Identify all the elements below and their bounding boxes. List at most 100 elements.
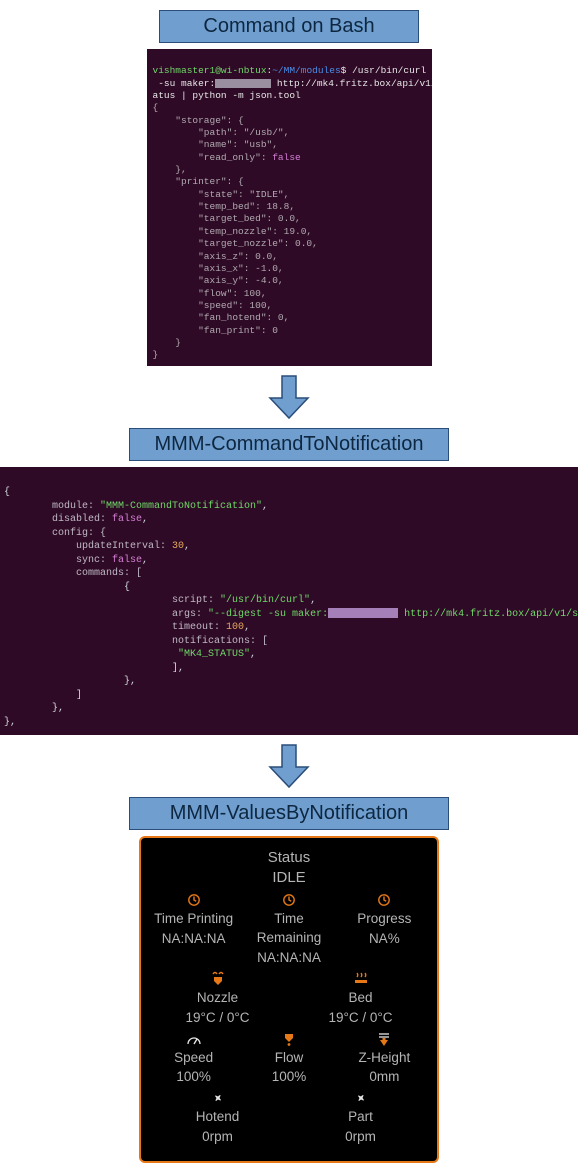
cfg-l9s1: "--digest -su maker: <box>208 609 328 620</box>
status-row-4: Hotend 0rpm Part 0rpm <box>149 1089 429 1147</box>
lbl-flow: Flow <box>275 1049 304 1068</box>
json-axis-y: "axis_y": -4.0, <box>153 275 284 286</box>
json-storage-path: "path": "/usb/", <box>153 127 290 138</box>
cmd-line2b: http://mk4.fritz.box/api/v1/st <box>271 78 431 89</box>
z-height-icon <box>376 1030 392 1048</box>
val-time-remaining: NA:NA:NA <box>257 949 321 968</box>
cell-nozzle: Nozzle 19°C / 0°C <box>149 970 286 1028</box>
cell-time-printing: Time Printing NA:NA:NA <box>149 891 238 968</box>
cfg-l4e: , <box>184 541 190 552</box>
json-storage-name: "name": "usb", <box>153 139 278 150</box>
cfg-l1e: , <box>262 501 268 512</box>
status-title: Status <box>149 848 429 868</box>
json-open: { <box>153 102 159 113</box>
val-hotend-fan: 0rpm <box>202 1128 233 1147</box>
json-storage: "storage": { <box>153 115 244 126</box>
cfg-l8: script: <box>4 595 220 606</box>
cfg-l6: commands: [ <box>4 568 142 579</box>
json-axis-z: "axis_z": 0.0, <box>153 251 278 262</box>
cell-hotend-fan: Hotend 0rpm <box>149 1089 286 1147</box>
val-bed: 19°C / 0°C <box>328 1009 392 1028</box>
nozzle-icon <box>210 970 226 988</box>
cfg-l14: }, <box>4 676 136 687</box>
json-fan-hotend: "fan_hotend": 0, <box>153 312 290 323</box>
cfg-l5: sync: <box>4 555 112 566</box>
cfg-l12e: , <box>250 649 256 660</box>
cfg-l4n: 30 <box>172 541 184 552</box>
cmd-line1: /usr/bin/curl --digest <box>352 65 431 76</box>
cfg-l9s2: http://mk4.fritz.box/api/v1/status" <box>398 609 578 620</box>
lbl-hotend-fan: Hotend <box>196 1108 240 1127</box>
cell-bed: Bed 19°C / 0°C <box>292 970 429 1028</box>
lbl-time-printing: Time Printing <box>154 910 233 929</box>
arrow-down-2 <box>266 743 312 789</box>
val-time-printing: NA:NA:NA <box>162 930 226 949</box>
json-temp-nozzle: "temp_nozzle": 19.0, <box>153 226 313 237</box>
lbl-progress: Progress <box>357 910 411 929</box>
cell-part-fan: Part 0rpm <box>292 1089 429 1147</box>
title-bash: Command on Bash <box>159 10 419 43</box>
json-printer: "printer": { <box>153 176 244 187</box>
cfg-l2b: false <box>112 514 142 525</box>
bed-icon <box>353 970 369 988</box>
lbl-speed: Speed <box>174 1049 213 1068</box>
json-flow: "flow": 100, <box>153 288 267 299</box>
cmd-line3: atus | python -m json.tool <box>153 90 301 101</box>
cfg-l1: module: <box>4 501 100 512</box>
status-row-2: Nozzle 19°C / 0°C Bed 19°C / 0°C <box>149 970 429 1028</box>
json-fan-print: "fan_print": 0 <box>153 325 278 336</box>
status-row-3: Speed 100% Flow 100% Z-Height 0mm <box>149 1030 429 1088</box>
prompt-user: vishmaster1@wi-nbtux <box>153 65 267 76</box>
val-part-fan: 0rpm <box>345 1128 376 1147</box>
json-close: } <box>153 349 159 360</box>
lbl-nozzle: Nozzle <box>197 989 238 1008</box>
cfg-l15: ] <box>4 690 82 701</box>
cfg-l5e: , <box>142 555 148 566</box>
json-storage-ro-key: "read_only": <box>153 152 273 163</box>
cfg-l12 <box>4 649 178 660</box>
val-progress: NA% <box>369 930 400 949</box>
cfg-l0: { <box>4 487 10 498</box>
json-state: "state": "IDLE", <box>153 189 290 200</box>
json-close-printer: } <box>153 337 182 348</box>
fan-icon <box>211 1089 225 1107</box>
cfg-l10e: , <box>244 622 250 633</box>
bash-terminal: vishmaster1@wi-nbtux:~/MM/modules$ /usr/… <box>147 49 432 366</box>
lbl-bed: Bed <box>348 989 372 1008</box>
cell-progress: Progress NA% <box>340 891 429 968</box>
json-axis-x: "axis_x": -1.0, <box>153 263 284 274</box>
cfg-l12s: "MK4_STATUS" <box>178 649 250 660</box>
cfg-l9: args: <box>4 609 208 620</box>
cfg-l5b: false <box>112 555 142 566</box>
clock-icon <box>187 891 201 909</box>
cmd-line2a: -su maker: <box>153 78 216 89</box>
cell-flow: Flow 100% <box>244 1030 333 1088</box>
cfg-l10: timeout: <box>4 622 226 633</box>
val-zheight: 0mm <box>369 1068 399 1087</box>
lbl-part-fan: Part <box>348 1108 373 1127</box>
json-storage-ro-val: false <box>272 152 301 163</box>
json-close-storage: }, <box>153 164 187 175</box>
gauge-icon <box>186 1030 202 1048</box>
arrow-down-1 <box>266 374 312 420</box>
cell-speed: Speed 100% <box>149 1030 238 1088</box>
clock-icon <box>282 891 296 909</box>
lbl-zheight: Z-Height <box>358 1049 410 1068</box>
flow-icon <box>281 1030 297 1048</box>
cfg-l3: config: { <box>4 528 106 539</box>
config-code: { module: "MMM-CommandToNotification", d… <box>0 467 578 736</box>
json-speed: "speed": 100, <box>153 300 273 311</box>
json-target-bed: "target_bed": 0.0, <box>153 213 301 224</box>
cfg-l13: ], <box>4 663 184 674</box>
val-nozzle: 19°C / 0°C <box>185 1009 249 1028</box>
json-target-nozzle: "target_nozzle": 0.0, <box>153 238 318 249</box>
val-speed: 100% <box>176 1068 211 1087</box>
fan-icon <box>354 1089 368 1107</box>
cfg-l8e: , <box>310 595 316 606</box>
status-state: IDLE <box>149 868 429 888</box>
cfg-l10n: 100 <box>226 622 244 633</box>
lbl-time-remaining: Time Remaining <box>244 910 333 948</box>
cell-time-remaining: Time Remaining NA:NA:NA <box>244 891 333 968</box>
status-module: Status IDLE Time Printing NA:NA:NA Time … <box>139 836 439 1163</box>
cell-zheight: Z-Height 0mm <box>340 1030 429 1088</box>
